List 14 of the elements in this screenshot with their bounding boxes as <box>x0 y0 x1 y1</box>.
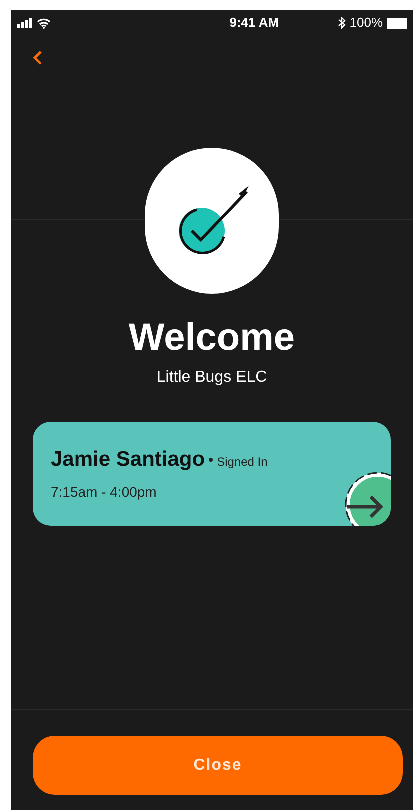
welcome-title: Welcome <box>128 316 296 360</box>
attendance-hours: 7:15am - 4:00pm <box>51 482 158 502</box>
attendance-card[interactable]: Jamie Santiago Signed In 7:15am - 4:00pm <box>33 422 391 526</box>
bluetooth-icon <box>338 17 346 29</box>
wifi-icon <box>37 18 51 28</box>
signal-icon <box>17 18 34 28</box>
bullet-icon <box>209 458 214 462</box>
battery-icon <box>387 18 407 28</box>
center-name: Little Bugs ELC <box>156 368 268 388</box>
sign-in-status: Signed In <box>217 454 268 471</box>
status-time: 9:41 AM <box>230 14 280 32</box>
battery-percent: 100% <box>350 14 383 32</box>
back-chevron-icon <box>33 51 43 65</box>
child-name: Jamie Santiago <box>51 447 206 473</box>
